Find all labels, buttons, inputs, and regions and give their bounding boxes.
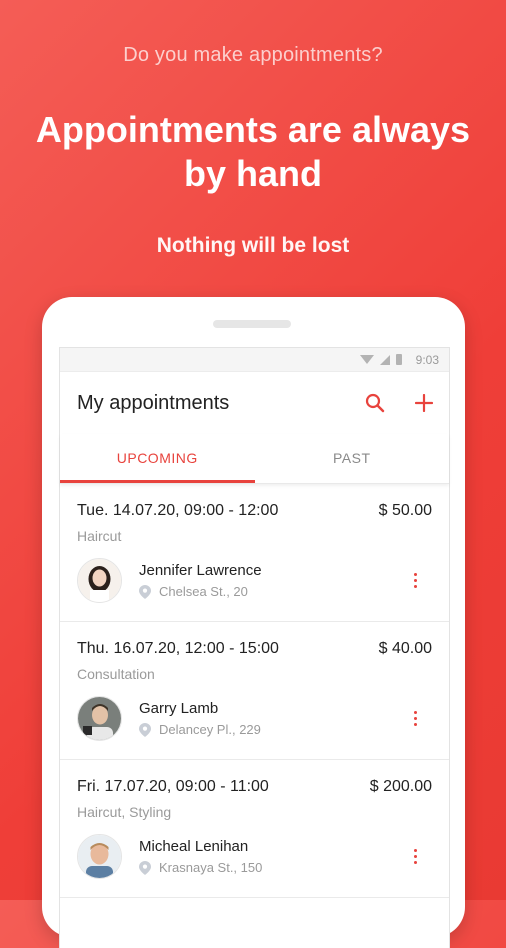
- more-options-button[interactable]: [405, 709, 425, 729]
- avatar-image: [78, 697, 121, 740]
- appointment-service: Haircut, Styling: [77, 804, 172, 820]
- client-address: Delancey Pl., 229: [159, 722, 261, 737]
- phone-speaker: [213, 320, 291, 328]
- appointment-price: $ 40.00: [378, 640, 432, 657]
- location-pin-icon: [139, 584, 151, 599]
- client-avatar: [77, 696, 122, 741]
- phone-mockup: 9:03 My appointments UPCOMING PAST Tue. …: [42, 297, 465, 948]
- appointment-price: $ 50.00: [378, 502, 432, 519]
- client-avatar: [77, 558, 122, 603]
- add-icon: [415, 394, 433, 412]
- appointment-price: $ 200.00: [369, 778, 432, 795]
- appointment-datetime: Tue. 14.07.20, 09:00 - 12:00: [77, 502, 279, 519]
- client-name: Jennifer Lawrence: [139, 562, 262, 579]
- appointment-service: Consultation: [77, 666, 155, 682]
- wifi-icon: [359, 355, 374, 364]
- promo-headline-line1: Appointments are always: [35, 109, 471, 150]
- promo-headline: Appointments are always by hand: [0, 108, 506, 196]
- more-options-button[interactable]: [405, 571, 425, 591]
- client-name: Garry Lamb: [139, 700, 219, 717]
- promo-question: Do you make appointments?: [123, 44, 383, 66]
- client-name: Micheal Lenihan: [139, 838, 249, 855]
- page-title: My appointments: [77, 391, 230, 414]
- client-address: Krasnaya St., 150: [159, 860, 263, 875]
- search-button[interactable]: [365, 393, 385, 413]
- signal-icon: [379, 354, 390, 365]
- avatar-image: [78, 835, 121, 878]
- tab-bar: UPCOMING PAST: [60, 434, 449, 484]
- appointment-datetime: Thu. 16.07.20, 12:00 - 15:00: [77, 640, 279, 657]
- appointment-card[interactable]: Thu. 16.07.20, 12:00 - 15:00 $ 40.00 Con…: [60, 622, 449, 760]
- promo-headline-line2: by hand: [183, 153, 322, 194]
- appointment-list: Tue. 14.07.20, 09:00 - 12:00 $ 50.00 Hai…: [60, 484, 449, 898]
- phone-screen: 9:03 My appointments UPCOMING PAST Tue. …: [59, 347, 450, 948]
- avatar-image: [78, 559, 121, 602]
- location-pin-icon: [139, 722, 151, 737]
- more-options-button[interactable]: [405, 847, 425, 867]
- client-address: Chelsea St., 20: [159, 584, 248, 599]
- add-appointment-button[interactable]: [415, 394, 433, 412]
- search-icon: [365, 393, 385, 413]
- status-time: 9:03: [415, 352, 439, 367]
- appointment-service: Haircut: [77, 528, 122, 544]
- battery-icon: [395, 354, 402, 365]
- client-avatar: [77, 834, 122, 879]
- appointment-card[interactable]: Tue. 14.07.20, 09:00 - 12:00 $ 50.00 Hai…: [60, 484, 449, 622]
- tab-past[interactable]: PAST: [255, 434, 450, 483]
- tab-upcoming[interactable]: UPCOMING: [60, 434, 255, 483]
- appointment-card[interactable]: Fri. 17.07.20, 09:00 - 11:00 $ 200.00 Ha…: [60, 760, 449, 898]
- status-bar: 9:03: [60, 348, 449, 372]
- promo-tagline: Nothing will be lost: [156, 234, 350, 257]
- appointment-datetime: Fri. 17.07.20, 09:00 - 11:00: [77, 778, 269, 795]
- location-pin-icon: [139, 860, 151, 875]
- app-bar: My appointments: [60, 372, 449, 434]
